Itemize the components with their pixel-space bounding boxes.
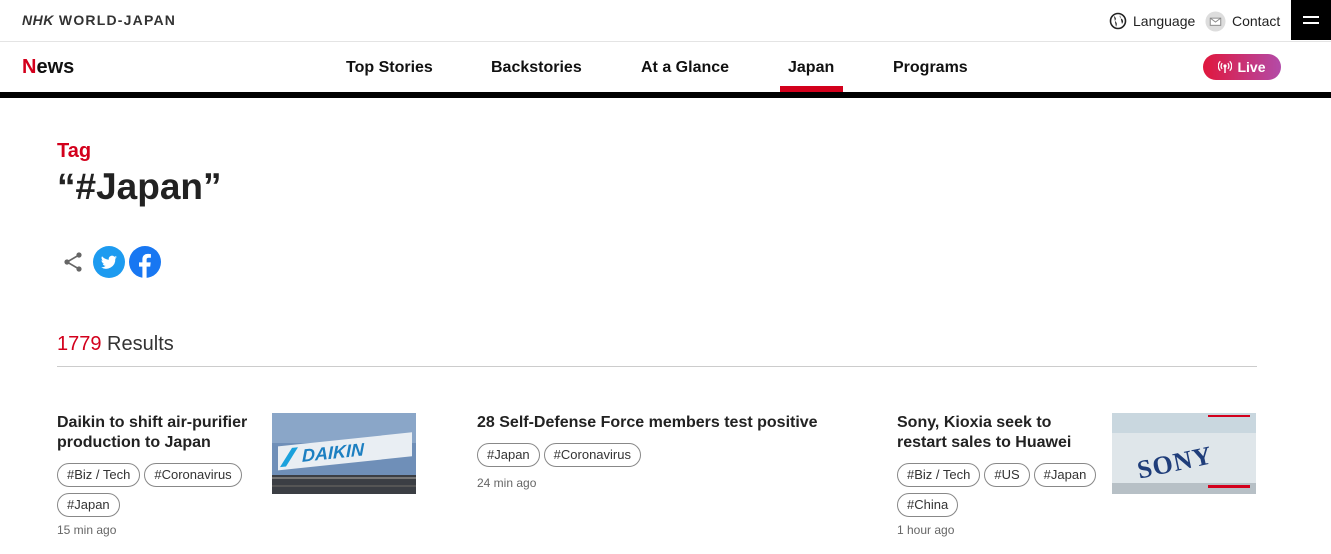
article-timestamp: 24 min ago <box>477 476 537 490</box>
contact-label: Contact <box>1232 13 1281 29</box>
menu-icon-bar <box>1303 16 1319 18</box>
nav-at-a-glance[interactable]: At a Glance <box>641 59 729 77</box>
tag-pill[interactable]: #China <box>897 493 959 517</box>
tag-pill[interactable]: #US <box>984 463 1030 487</box>
tag-pill[interactable]: #Coronavirus <box>543 443 641 467</box>
tag-pill[interactable]: #Biz / Tech <box>897 463 981 487</box>
article-tags: #Biz / Tech #US #Japan #China <box>897 463 1097 517</box>
results-divider <box>57 366 1257 367</box>
results-number: 1779 <box>57 333 102 355</box>
tag-label: Tag <box>57 140 92 162</box>
hamburger-menu-button[interactable] <box>1291 0 1331 40</box>
facebook-share-button[interactable] <box>129 246 161 278</box>
twitter-share-button[interactable] <box>93 246 125 278</box>
live-label: Live <box>1237 59 1266 75</box>
article-tags: #Japan #Coronavirus <box>477 443 857 467</box>
news-logo-n: N <box>22 56 37 78</box>
share-icon[interactable] <box>61 250 85 274</box>
nav-backstories[interactable]: Backstories <box>491 59 582 77</box>
language-label: Language <box>1133 13 1196 29</box>
brand-world-japan: WORLD-JAPAN <box>53 12 177 28</box>
article-title[interactable]: Sony, Kioxia seek to restart sales to Hu… <box>897 413 1097 453</box>
news-navbar: News Top Stories Backstories At a Glance… <box>0 42 1331 92</box>
page-title: “#Japan” <box>57 166 222 207</box>
results-label: Results <box>101 333 174 355</box>
menu-icon-bar <box>1303 22 1319 24</box>
article-title-line: restart sales to Huawei <box>897 434 1072 451</box>
nav-japan[interactable]: Japan <box>788 59 834 77</box>
article-tags: #Biz / Tech #Coronavirus #Japan <box>57 463 257 517</box>
live-button[interactable]: Live <box>1203 54 1281 80</box>
globe-icon <box>1109 12 1127 30</box>
sony-thumbnail-image: SONY <box>1112 413 1256 494</box>
header-divider <box>0 92 1331 98</box>
article-thumbnail[interactable]: DAIKIN <box>272 413 416 494</box>
nav-programs[interactable]: Programs <box>893 59 968 77</box>
daikin-thumbnail-image: DAIKIN <box>272 413 416 494</box>
article-timestamp: 1 hour ago <box>897 523 955 537</box>
tag-pill[interactable]: #Japan <box>477 443 540 467</box>
article-title-line: Sony, Kioxia seek to <box>897 414 1052 431</box>
broadcast-icon <box>1218 60 1233 73</box>
brand-nhk: NHK <box>22 12 54 28</box>
article-title-line: Daikin to shift air-purifier <box>57 414 248 431</box>
contact-button[interactable]: Contact <box>1205 0 1280 42</box>
mail-icon <box>1205 10 1226 32</box>
tag-pill[interactable]: #Japan <box>1033 463 1097 487</box>
twitter-icon <box>101 255 117 269</box>
tag-pill[interactable]: #Biz / Tech <box>57 463 141 487</box>
news-logo-rest: ews <box>36 56 75 78</box>
article-title[interactable]: Daikin to shift air-purifier production … <box>57 413 257 453</box>
article-title-line: production to Japan <box>57 434 211 451</box>
article-thumbnail[interactable]: SONY <box>1112 413 1256 494</box>
tag-pill[interactable]: #Japan <box>57 493 120 517</box>
article-timestamp: 15 min ago <box>57 523 117 537</box>
tag-pill[interactable]: #Coronavirus <box>144 463 242 487</box>
news-logo[interactable]: News <box>22 56 74 79</box>
language-button[interactable]: Language <box>1109 0 1195 42</box>
nhk-world-japan-logo[interactable]: NHK WORLD-JAPAN <box>22 12 176 28</box>
nav-top-stories[interactable]: Top Stories <box>346 59 433 77</box>
top-utility-bar: NHK WORLD-JAPAN Language Contact <box>0 0 1331 42</box>
article-title[interactable]: 28 Self-Defense Force members test posit… <box>477 413 857 433</box>
results-count: 1779 Results <box>57 333 174 356</box>
facebook-icon <box>139 253 151 278</box>
